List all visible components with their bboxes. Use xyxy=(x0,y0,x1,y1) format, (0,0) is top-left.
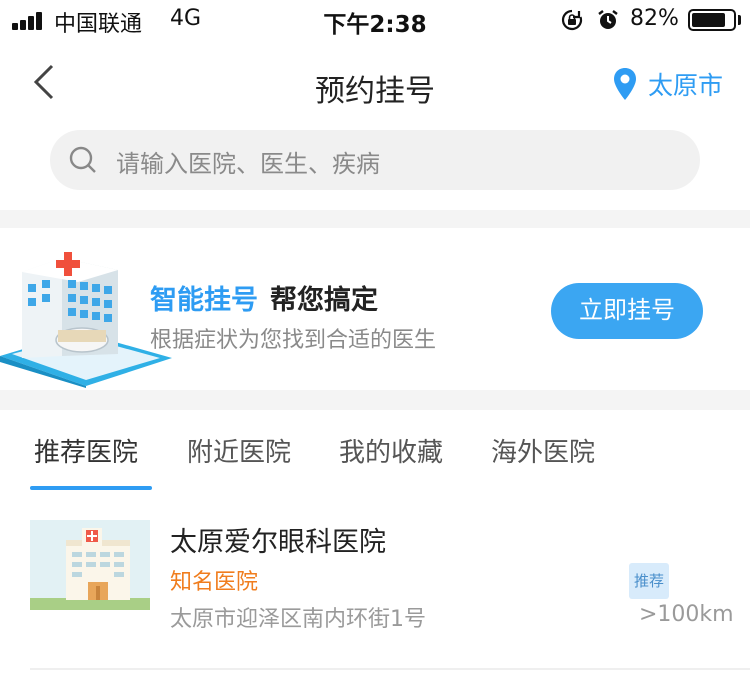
banner-title: 智能挂号 帮您搞定 xyxy=(150,278,378,317)
battery-icon xyxy=(688,9,736,31)
banner-subtitle: 根据症状为您找到合适的医生 xyxy=(150,328,437,353)
tab-overseas[interactable]: 海外医院 xyxy=(491,432,595,469)
hospital-building-illustration xyxy=(0,252,172,388)
location-selector[interactable]: 太原市 xyxy=(612,64,723,104)
search-placeholder: 请输入医院、医生、疾病 xyxy=(116,150,380,178)
rotation-lock-icon xyxy=(561,9,583,31)
status-bar: 中国联通 4G 下午2:38 82% xyxy=(0,0,750,40)
active-tab-indicator xyxy=(30,486,152,490)
search-icon xyxy=(69,146,96,173)
section-divider xyxy=(0,210,750,228)
hospital-grade: 知名医院 xyxy=(170,570,259,595)
hospital-list-item[interactable]: 太原爱尔眼科医院 知名医院 太原市迎泽区南内环街1号 推荐 >100km xyxy=(0,502,750,670)
battery-fill xyxy=(692,13,725,27)
alarm-clock-icon xyxy=(598,10,618,29)
battery-tip xyxy=(738,15,741,25)
hospital-distance: >100km xyxy=(639,602,734,627)
smart-registration-banner: 智能挂号 帮您搞定 根据症状为您找到合适的医生 立即挂号 xyxy=(0,228,750,390)
tab-favorites[interactable]: 我的收藏 xyxy=(339,432,443,469)
hospital-address: 太原市迎泽区南内环街1号 xyxy=(170,607,426,632)
tab-recommended[interactable]: 推荐医院 xyxy=(34,432,138,469)
location-label: 太原市 xyxy=(648,71,724,100)
hospital-name: 太原爱尔眼科医院 xyxy=(170,527,386,558)
hospital-thumbnail xyxy=(30,520,150,610)
banner-title-rest: 帮您搞定 xyxy=(270,285,378,316)
battery-percent: 82% xyxy=(630,6,679,31)
hospital-tabs: 推荐医院 附近医院 我的收藏 海外医院 xyxy=(0,410,750,490)
recommend-badge: 推荐 xyxy=(629,563,669,599)
search-input[interactable]: 请输入医院、医生、疾病 xyxy=(50,130,700,190)
list-divider xyxy=(30,668,750,670)
map-pin-icon xyxy=(614,68,636,100)
nav-bar: 预约挂号 太原市 xyxy=(0,40,750,128)
tab-nearby[interactable]: 附近医院 xyxy=(187,432,291,469)
banner-title-accent: 智能挂号 xyxy=(150,285,258,316)
section-divider xyxy=(0,390,750,410)
register-now-button[interactable]: 立即挂号 xyxy=(551,283,703,339)
